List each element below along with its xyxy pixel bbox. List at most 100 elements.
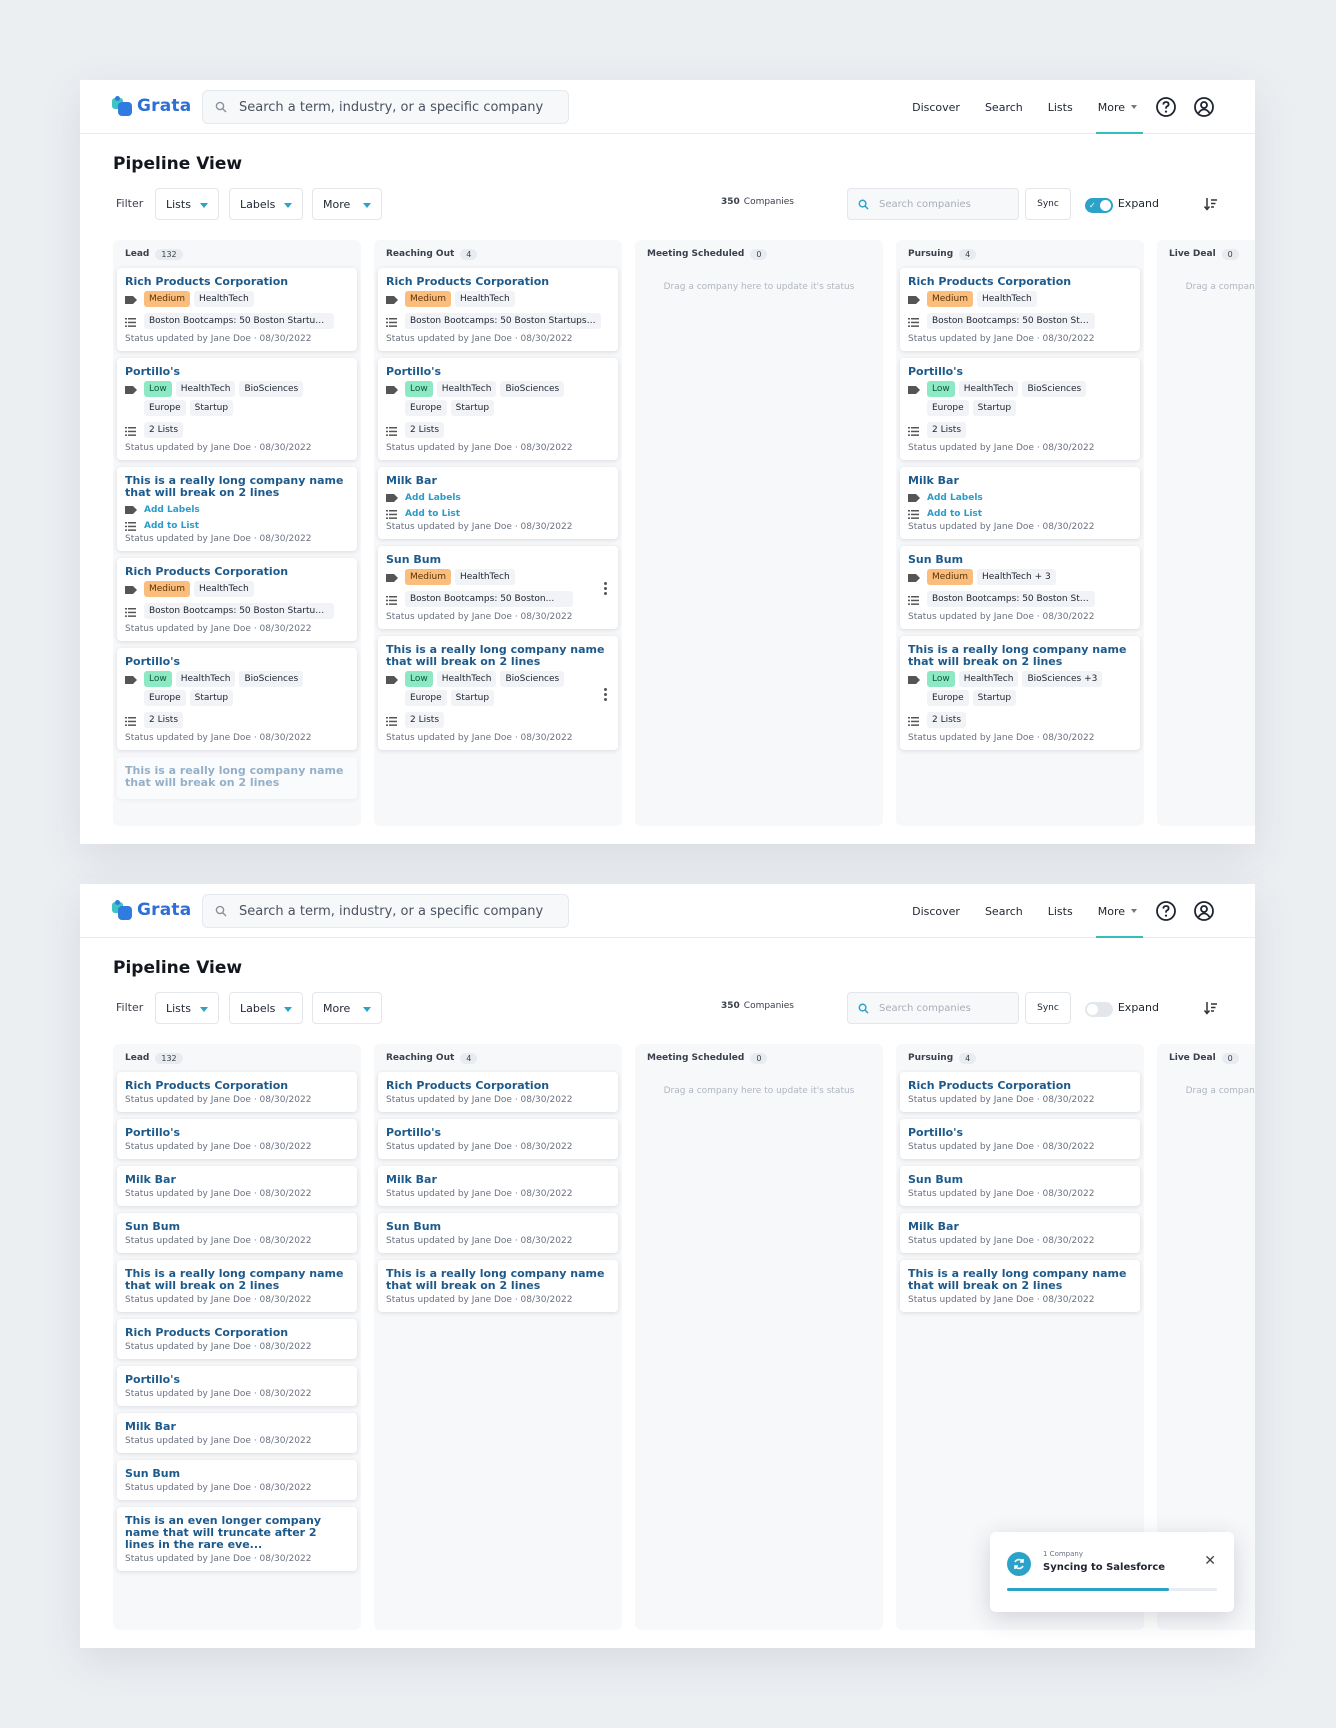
company-card[interactable]: Rich Products Corporation Status updated … [117, 1319, 357, 1359]
company-name[interactable]: Milk Bar [125, 1174, 349, 1186]
company-name[interactable]: Rich Products Corporation [386, 276, 610, 288]
company-name[interactable]: Rich Products Corporation [386, 1080, 610, 1092]
help-icon[interactable] [1155, 900, 1177, 922]
label-tag[interactable]: Startup [189, 690, 234, 706]
company-card[interactable]: This is a really long company name that … [117, 467, 357, 551]
company-card[interactable]: Milk Bar Add Labels Add to List Status u… [378, 467, 618, 539]
add-labels-link[interactable]: Add Labels [144, 502, 200, 518]
company-name[interactable]: Rich Products Corporation [125, 1327, 349, 1339]
label-tag[interactable]: BioSciences [500, 381, 565, 397]
company-name[interactable]: Sun Bum [908, 1174, 1132, 1186]
company-name[interactable]: This is a really long company name that … [908, 1268, 1132, 1292]
more-options-icon[interactable] [604, 688, 608, 703]
sync-button[interactable]: Sync [1025, 188, 1071, 220]
company-card[interactable]: Milk Bar Status updated by Jane Doe · 08/… [117, 1413, 357, 1453]
company-card[interactable]: Rich Products Corporation Status updated … [117, 1072, 357, 1112]
company-card[interactable]: This is a really long company name that … [378, 636, 618, 750]
company-card[interactable]: Sun Bum Status updated by Jane Doe · 08/3… [378, 1213, 618, 1253]
list-tag[interactable]: Boston Bootcamps: 50 Boston Star.... [927, 591, 1095, 607]
label-tag[interactable]: HealthTech [958, 381, 1019, 397]
company-card[interactable]: Sun Bum Medium HealthTech Boston Bootcamp… [378, 546, 618, 629]
company-name[interactable]: Sun Bum [908, 554, 1132, 566]
company-card[interactable]: Sun Bum Status updated by Jane Doe · 08/3… [117, 1213, 357, 1253]
company-card[interactable]: Portillo's Status updated by Jane Doe · 0… [117, 1119, 357, 1159]
label-priority[interactable]: Low [927, 671, 955, 687]
company-name[interactable]: Sun Bum [125, 1468, 349, 1480]
list-tag[interactable]: Boston Bootcamps: 50 Boston Startups t..… [144, 603, 334, 619]
company-name[interactable]: This is a really long company name that … [386, 644, 610, 668]
add-to-list-link[interactable]: Add to List [144, 518, 199, 534]
label-tag[interactable]: Startup [450, 690, 495, 706]
label-priority[interactable]: Low [144, 381, 172, 397]
list-tag[interactable]: 2 Lists [405, 422, 445, 438]
more-options-icon[interactable] [604, 582, 608, 597]
label-priority[interactable]: Medium [405, 291, 451, 307]
user-account-icon[interactable] [1193, 900, 1215, 922]
company-card[interactable]: Portillo's Status updated by Jane Doe · 0… [117, 1366, 357, 1406]
label-tag[interactable]: HealthTech [194, 291, 254, 307]
label-priority[interactable]: Medium [405, 569, 451, 585]
company-card[interactable]: Rich Products Corporation Status updated … [900, 1072, 1140, 1112]
company-name[interactable]: Milk Bar [908, 1221, 1132, 1233]
add-to-list-link[interactable]: Add to List [927, 506, 982, 522]
company-name[interactable]: This is a really long company name that … [908, 644, 1132, 668]
company-card[interactable]: Milk Bar Status updated by Jane Doe · 08/… [117, 1166, 357, 1206]
lists-filter-dropdown[interactable]: Lists [155, 992, 219, 1024]
sort-icon[interactable] [1203, 1000, 1219, 1016]
label-priority[interactable]: Medium [144, 291, 190, 307]
grata-logo[interactable]: Grata [112, 96, 191, 116]
label-tag[interactable]: BioSciences [239, 381, 304, 397]
label-tag[interactable]: BioSciences [500, 671, 565, 687]
sort-icon[interactable] [1203, 196, 1219, 212]
label-tag[interactable]: Europe [144, 690, 186, 706]
label-tag[interactable]: BioSciences +3 [1022, 671, 1103, 687]
company-name[interactable]: Rich Products Corporation [908, 1080, 1132, 1092]
label-tag[interactable]: HealthTech + 3 [977, 569, 1056, 585]
close-icon[interactable]: ✕ [1204, 1554, 1216, 1568]
company-card[interactable]: This is an even longer company name that… [117, 1507, 357, 1571]
label-priority[interactable]: Medium [927, 569, 973, 585]
nav-more[interactable]: More [1095, 884, 1143, 938]
list-tag[interactable]: Boston Bootcamps: 50 Boston Startups t..… [144, 313, 334, 329]
company-card[interactable]: This is a really long company name that … [900, 1260, 1140, 1312]
company-name[interactable]: This is an even longer company name that… [125, 1515, 349, 1551]
nav-discover[interactable]: Discover [912, 80, 960, 134]
company-name[interactable]: Sun Bum [125, 1221, 349, 1233]
company-card[interactable]: Portillo's Status updated by Jane Doe · 0… [900, 1119, 1140, 1159]
company-card[interactable]: Portillo's Low HealthTech BioSciences Europ… [117, 358, 357, 460]
company-name[interactable]: Portillo's [386, 366, 610, 378]
label-tag[interactable]: HealthTech [436, 381, 497, 397]
lists-filter-dropdown[interactable]: Lists [155, 188, 219, 220]
expand-toggle[interactable] [1085, 1002, 1113, 1017]
company-name[interactable]: Milk Bar [386, 475, 610, 487]
company-card[interactable]: This is a really long company name that … [378, 1260, 618, 1312]
company-name[interactable]: Rich Products Corporation [125, 566, 349, 578]
list-tag[interactable]: Boston Bootcamps: 50 Boston Startups t..… [405, 313, 601, 329]
company-card[interactable]: Rich Products Corporation Medium HealthTe… [117, 558, 357, 641]
company-card[interactable]: Rich Products Corporation Status updated … [378, 1072, 618, 1112]
company-name[interactable]: Rich Products Corporation [125, 1080, 349, 1092]
company-name[interactable]: Portillo's [125, 656, 349, 668]
company-search-input[interactable]: Search companies [847, 188, 1019, 220]
company-card[interactable]: Portillo's Low HealthTech BioSciences Europ… [378, 358, 618, 460]
label-tag[interactable]: HealthTech [958, 671, 1019, 687]
nav-search[interactable]: Search [985, 80, 1023, 134]
company-card[interactable]: Sun Bum Status updated by Jane Doe · 08/3… [117, 1460, 357, 1500]
company-card[interactable]: Rich Products Corporation Medium HealthTe… [900, 268, 1140, 351]
list-tag[interactable]: Boston Bootcamps: 50 Boston Star.... [927, 313, 1095, 329]
company-name[interactable]: Portillo's [908, 1127, 1132, 1139]
label-tag[interactable]: Europe [405, 690, 447, 706]
list-tag[interactable]: Boston Bootcamps: 50 Boston... [405, 591, 573, 607]
company-card[interactable]: Milk Bar Status updated by Jane Doe · 08/… [900, 1213, 1140, 1253]
label-priority[interactable]: Medium [144, 581, 190, 597]
company-name[interactable]: This is a really long company name that … [125, 475, 349, 499]
label-tag[interactable]: HealthTech [455, 291, 515, 307]
label-tag[interactable]: HealthTech [175, 381, 236, 397]
nav-lists[interactable]: Lists [1048, 884, 1073, 938]
more-filter-dropdown[interactable]: More [312, 992, 382, 1024]
labels-filter-dropdown[interactable]: Labels [229, 992, 303, 1024]
company-name[interactable]: This is a really long company name that … [125, 1268, 349, 1292]
list-tag[interactable]: 2 Lists [927, 712, 967, 728]
grata-logo[interactable]: Grata [112, 900, 191, 920]
list-tag[interactable]: 2 Lists [144, 712, 184, 728]
